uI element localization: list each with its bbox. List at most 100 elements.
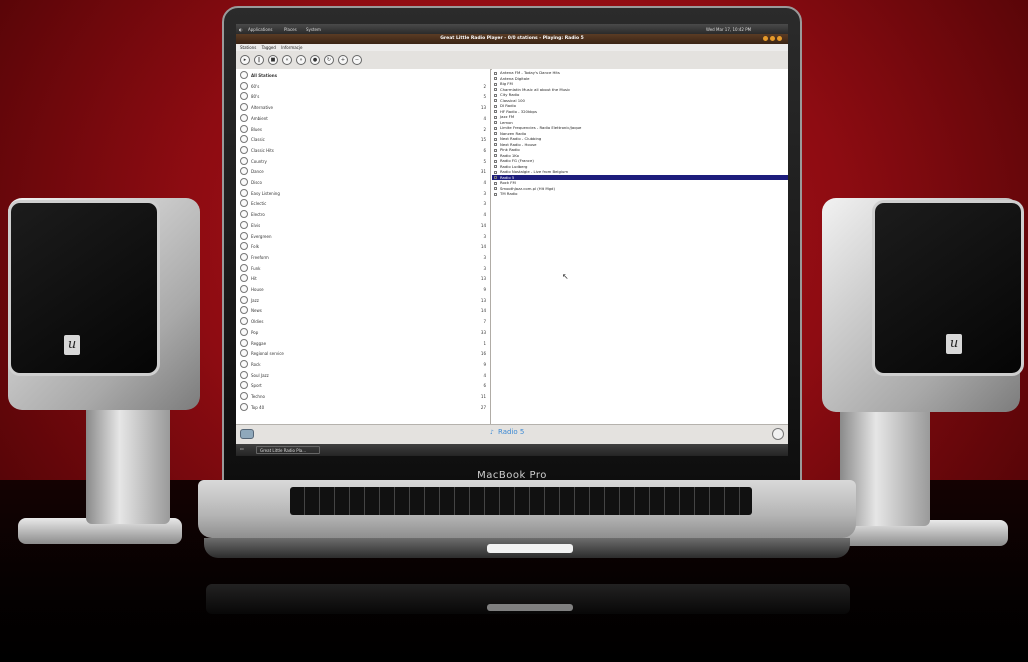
station-checkbox-icon[interactable]	[494, 71, 497, 75]
station-checkbox-icon[interactable]	[494, 77, 497, 80]
previous-icon[interactable]: «	[282, 55, 292, 65]
genre-item[interactable]: Dance 31	[236, 166, 490, 177]
genre-item[interactable]: Evergreen 3	[236, 231, 490, 242]
radio-button-icon[interactable]	[240, 81, 248, 90]
panel-clock[interactable]: Wed Mar 17, 10:42 PM	[706, 27, 751, 32]
record-icon[interactable]: ●	[310, 55, 320, 65]
station-checkbox-icon[interactable]	[494, 165, 497, 168]
genre-item[interactable]: Elvis 14	[236, 220, 490, 231]
genre-item[interactable]: Electro 4	[236, 209, 490, 220]
refresh-icon[interactable]: ↻	[324, 55, 334, 65]
station-checkbox-icon[interactable]	[494, 82, 497, 86]
station-checkbox-icon[interactable]	[494, 159, 497, 163]
genre-item[interactable]: Eclectic 3	[236, 198, 490, 209]
radio-button-icon[interactable]	[240, 220, 248, 229]
menu-stations[interactable]: Stations	[240, 45, 256, 50]
genre-item[interactable]: Disco 4	[236, 177, 490, 188]
menu-places[interactable]: Places	[284, 27, 297, 32]
station-checkbox-icon[interactable]	[494, 99, 497, 102]
radio-button-icon[interactable]	[240, 317, 248, 326]
menu-informacje[interactable]: Informacje	[281, 45, 302, 50]
show-desktop-icon[interactable]: ▭	[240, 446, 244, 451]
genre-item[interactable]: Ambient 4	[236, 113, 490, 124]
next-icon[interactable]: »	[296, 55, 306, 65]
add-icon[interactable]: +	[338, 55, 348, 65]
radio-button-icon[interactable]	[240, 124, 248, 133]
genre-item[interactable]: Folk 14	[236, 241, 490, 252]
radio-button-icon[interactable]	[240, 113, 248, 122]
radio-button-icon[interactable]	[240, 252, 248, 261]
genre-item[interactable]: 60's 2	[236, 81, 490, 92]
genre-item[interactable]: Hit 13	[236, 273, 490, 284]
radio-button-icon[interactable]	[240, 402, 248, 411]
genre-item[interactable]: Blues 2	[236, 124, 490, 135]
genre-item[interactable]: 80's 5	[236, 91, 490, 102]
station-checkbox-icon[interactable]	[494, 187, 497, 190]
taskbar-item-radio-player[interactable]: Great Little Radio Pla...	[256, 446, 320, 454]
radio-button-icon[interactable]	[240, 145, 248, 154]
station-checkbox-icon[interactable]	[494, 181, 497, 185]
station-checkbox-icon[interactable]	[494, 137, 497, 141]
radio-button-icon[interactable]	[240, 199, 248, 208]
genre-item[interactable]: Classic 15	[236, 134, 490, 145]
window-titlebar[interactable]: Great Little Radio Player - 0/0 stations…	[236, 34, 788, 44]
radio-button-icon[interactable]	[240, 327, 248, 336]
radio-button-icon[interactable]	[240, 242, 248, 251]
radio-button-icon[interactable]	[240, 210, 248, 219]
radio-button-icon[interactable]	[240, 188, 248, 197]
genre-item[interactable]: Country 5	[236, 156, 490, 167]
station-checkbox-icon[interactable]	[494, 88, 497, 91]
genre-item[interactable]: Top 40 27	[236, 402, 490, 413]
genre-item[interactable]: Reggae 1	[236, 338, 490, 349]
genre-item[interactable]: Oldies 7	[236, 316, 490, 327]
genre-item[interactable]: Soul Jazz 4	[236, 370, 490, 381]
radio-button-icon[interactable]	[240, 370, 248, 379]
close-icon[interactable]	[777, 36, 782, 41]
radio-button-icon[interactable]	[240, 274, 248, 283]
play-icon[interactable]: ▸	[240, 55, 250, 65]
stream-icon[interactable]	[240, 429, 254, 439]
radio-button-icon[interactable]	[240, 359, 248, 368]
station-checkbox-icon[interactable]	[494, 176, 497, 179]
remove-icon[interactable]: −	[352, 55, 362, 65]
genre-item[interactable]: Rock 9	[236, 359, 490, 370]
radio-button-icon[interactable]	[240, 392, 248, 400]
radio-button-icon[interactable]	[240, 92, 248, 101]
radio-button-icon[interactable]	[240, 231, 248, 240]
radio-button-icon[interactable]	[240, 338, 248, 347]
station-checkbox-icon[interactable]	[494, 115, 497, 119]
pause-icon[interactable]: ‖	[254, 55, 264, 65]
stop-icon[interactable]: ■	[268, 55, 278, 65]
menu-tagged[interactable]: Tagged	[262, 45, 276, 50]
radio-button-icon[interactable]	[240, 263, 248, 272]
station-checkbox-icon[interactable]	[494, 110, 497, 113]
menu-system[interactable]: System	[306, 27, 321, 32]
volume-icon[interactable]	[772, 428, 784, 440]
radio-button-icon[interactable]	[240, 381, 248, 390]
station-item[interactable]: TM Radio	[492, 191, 788, 197]
genre-item[interactable]: Alternative 13	[236, 102, 490, 113]
station-checkbox-icon[interactable]	[494, 104, 497, 108]
radio-button-icon[interactable]	[240, 135, 248, 144]
genre-item[interactable]: Regional service 16	[236, 348, 490, 359]
radio-button-icon[interactable]	[240, 349, 248, 358]
genre-item[interactable]: Sport 6	[236, 380, 490, 391]
station-checkbox-icon[interactable]	[494, 132, 497, 135]
genre-item[interactable]: Jazz 13	[236, 295, 490, 306]
station-checkbox-icon[interactable]	[494, 154, 497, 157]
radio-button-icon[interactable]	[240, 178, 248, 186]
genre-item[interactable]: Freeform 3	[236, 252, 490, 263]
station-checkbox-icon[interactable]	[494, 143, 497, 146]
station-checkbox-icon[interactable]	[494, 126, 497, 130]
radio-button-icon[interactable]	[240, 71, 248, 79]
station-checkbox-icon[interactable]	[494, 121, 497, 124]
radio-button-icon[interactable]	[240, 306, 248, 315]
menu-applications[interactable]: Applications	[248, 27, 272, 32]
radio-button-icon[interactable]	[240, 295, 248, 304]
station-checkbox-icon[interactable]	[494, 148, 497, 152]
genre-item[interactable]: Pop 33	[236, 327, 490, 338]
maximize-icon[interactable]	[770, 36, 775, 41]
genre-item[interactable]: House 9	[236, 284, 490, 295]
genre-item[interactable]: Easy Listening 3	[236, 188, 490, 199]
station-checkbox-icon[interactable]	[494, 170, 497, 174]
